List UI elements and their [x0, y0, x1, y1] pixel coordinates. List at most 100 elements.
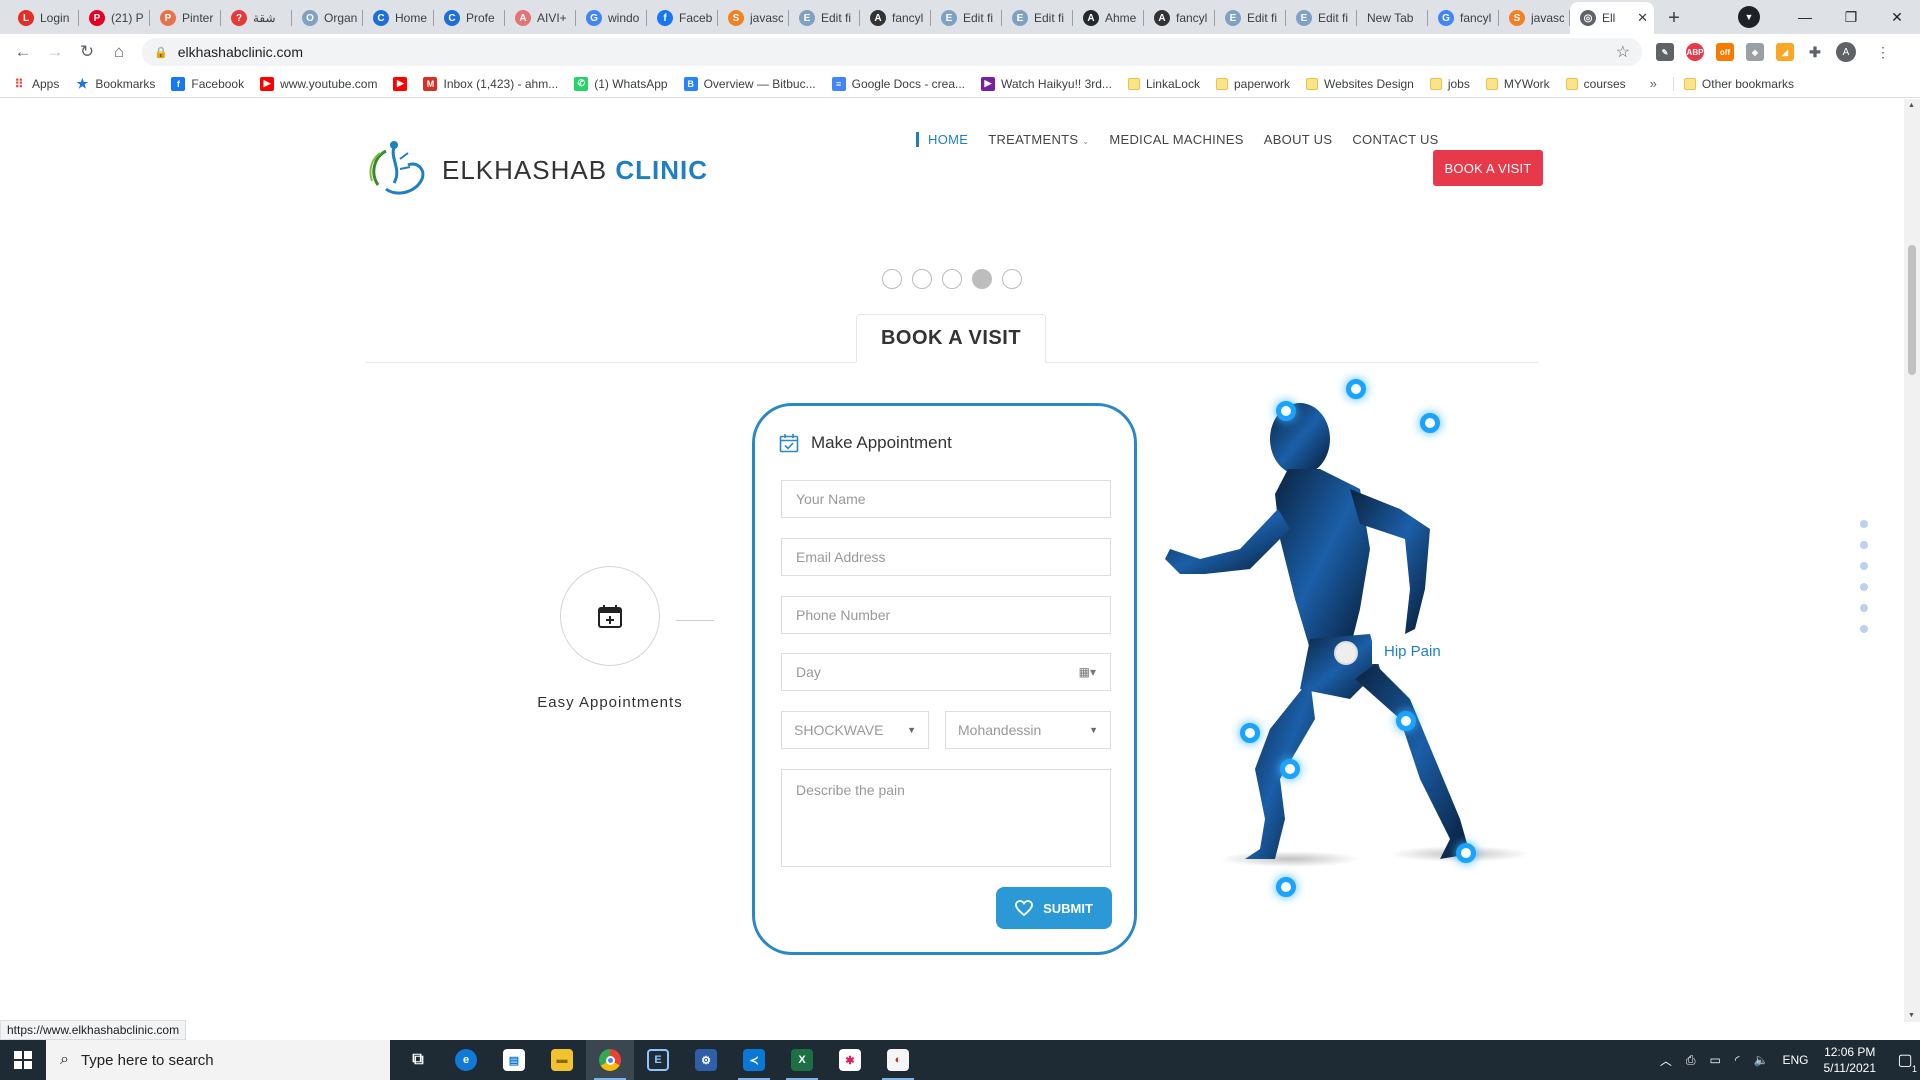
slider-dot-3[interactable] — [942, 269, 962, 289]
scroll-up-icon[interactable]: ▲ — [1908, 102, 1915, 109]
browser-tab[interactable]: f Faceb — [647, 2, 718, 34]
browser-tab[interactable]: L Login — [8, 2, 79, 34]
bookmarks-overflow-button[interactable]: » — [1650, 76, 1657, 91]
submit-button[interactable]: SUBMIT — [996, 887, 1112, 929]
slider-dot-4[interactable] — [972, 269, 992, 289]
book-a-visit-button[interactable]: BOOK A VISIT — [1433, 150, 1543, 186]
adblock-extension-icon[interactable]: ABP — [1686, 43, 1704, 61]
bookmark-item[interactable]: paperwork — [1215, 77, 1290, 91]
page-scrollbar[interactable]: ▲ ▼ — [1904, 99, 1920, 1022]
bookmark-item[interactable]: LinkaLock — [1127, 77, 1200, 91]
day-picker[interactable]: Day ▦▾ — [781, 653, 1111, 691]
taskbar-search[interactable]: ⌕ Type here to search — [46, 1040, 390, 1080]
minimize-button[interactable]: — — [1782, 0, 1828, 34]
hotspot-knee-front[interactable] — [1396, 711, 1416, 731]
network-app-icon[interactable]: ⚙ — [682, 1040, 730, 1080]
other-bookmarks-folder[interactable]: Other bookmarks — [1672, 76, 1794, 91]
treatment-select[interactable]: SHOCKWAVE ▼ — [781, 711, 929, 749]
browser-tab[interactable]: P (21) P — [79, 2, 150, 34]
browser-tab[interactable]: C Profe — [434, 2, 505, 34]
volume-icon[interactable]: 🔈 — [1754, 1053, 1769, 1067]
side-nav-dot[interactable] — [1860, 541, 1868, 549]
shield-extension-icon[interactable]: ◈ — [1746, 43, 1764, 61]
browser-tab[interactable]: O Organ — [292, 2, 363, 34]
browser-tab[interactable]: P Pinter — [150, 2, 221, 34]
start-button[interactable] — [0, 1040, 46, 1080]
url-text[interactable]: elkhashabclinic.com — [178, 44, 1616, 60]
color-extension-icon[interactable]: ◢ — [1776, 43, 1794, 61]
side-nav-dot[interactable] — [1860, 562, 1868, 570]
hotspot-shoulder-front[interactable] — [1346, 379, 1366, 399]
bookmark-item[interactable]: ✆ (1) WhatsApp — [574, 76, 668, 91]
browser-tab[interactable]: Gfancyl — [1428, 2, 1499, 34]
hotspot-ankle-front[interactable] — [1456, 843, 1476, 863]
browser-tab[interactable]: E Edit fi — [1002, 2, 1073, 34]
slider-dot-5[interactable] — [1002, 269, 1022, 289]
hotspot-hip[interactable] — [1334, 641, 1358, 665]
bookmark-item[interactable]: ⠿ Apps — [12, 77, 60, 91]
browser-tab[interactable]: E Edit fi — [1286, 2, 1357, 34]
side-nav-dot[interactable] — [1860, 604, 1868, 612]
bookmark-item[interactable]: Websites Design — [1306, 77, 1414, 91]
bookmark-item[interactable]: B Overview — Bitbuc... — [683, 76, 816, 91]
hotspot-thigh[interactable] — [1240, 723, 1260, 743]
file-explorer-icon[interactable]: ▬ — [538, 1040, 586, 1080]
scrollbar-thumb[interactable] — [1908, 245, 1916, 375]
bookmark-item[interactable]: courses — [1565, 77, 1626, 91]
wifi-icon[interactable]: ◜ — [1735, 1053, 1740, 1067]
hotspot-ankle-back[interactable] — [1276, 877, 1296, 897]
home-icon[interactable]: ⌂ — [104, 37, 134, 67]
forward-arrow-icon[interactable]: → — [40, 37, 70, 67]
browser-tab[interactable]: Afancyl — [1144, 2, 1215, 34]
store-app-icon[interactable]: ▤ — [490, 1040, 538, 1080]
back-arrow-icon[interactable]: ← — [8, 37, 38, 67]
tab-search-icon[interactable]: ▼ — [1738, 6, 1760, 28]
puzzle-extensions-icon[interactable]: ✚ — [1806, 43, 1824, 61]
hotspot-elbow[interactable] — [1420, 413, 1440, 433]
describe-pain-textarea[interactable] — [781, 769, 1111, 867]
close-window-button[interactable]: ✕ — [1874, 0, 1920, 34]
nav-treatments[interactable]: TREATMENTS ⌄ — [988, 132, 1089, 147]
browser-tab[interactable]: Gwindo — [576, 2, 647, 34]
bookmark-item[interactable]: f Facebook — [171, 76, 244, 91]
side-nav-dot[interactable] — [1860, 625, 1868, 633]
bookmark-star-icon[interactable]: ☆ — [1616, 42, 1630, 62]
browser-tab[interactable]: A Ahme — [1073, 2, 1144, 34]
browser-tab[interactable]: ? شقة — [221, 2, 292, 34]
email-input[interactable] — [781, 538, 1111, 576]
bookmark-item[interactable]: ▶ — [393, 76, 408, 91]
browser-tab[interactable]: E Edit fi — [1215, 2, 1286, 34]
editor-app-icon[interactable]: E — [634, 1040, 682, 1080]
browser-tab[interactable]: C Home — [363, 2, 434, 34]
phone-input[interactable] — [781, 596, 1111, 634]
browser-tab-active[interactable]: ◎ Ell ✕ — [1570, 2, 1654, 34]
side-nav-dot[interactable] — [1860, 520, 1868, 528]
bookmark-item[interactable]: MYWork — [1485, 77, 1550, 91]
scroll-down-icon[interactable]: ▼ — [1908, 1012, 1915, 1019]
notifications-button[interactable]: ▢ 1 — [1890, 1040, 1920, 1080]
browser-tab[interactable]: Sjavasc — [718, 2, 789, 34]
off-extension-icon[interactable]: off — [1716, 43, 1734, 61]
nav-medical-machines[interactable]: MEDICAL MACHINES — [1109, 132, 1243, 147]
bookmark-item[interactable]: ▶ www.youtube.com — [260, 76, 377, 91]
restore-button[interactable]: ❐ — [1828, 0, 1874, 34]
nav-home[interactable]: HOME — [916, 132, 968, 147]
lock-icon[interactable]: 🔒 — [154, 46, 168, 59]
edge-app-icon[interactable]: e — [442, 1040, 490, 1080]
profile-avatar[interactable]: A — [1836, 42, 1856, 62]
clock[interactable]: 12:06 PM 5/11/2021 — [1824, 1044, 1877, 1076]
vscode-app-icon[interactable]: ≺ — [730, 1040, 778, 1080]
new-tab-button[interactable]: + — [1660, 4, 1688, 32]
name-input[interactable] — [781, 480, 1111, 518]
nav-about-us[interactable]: ABOUT US — [1264, 132, 1333, 147]
browser-tab[interactable]: E Edit fi — [931, 2, 1002, 34]
meet-icon[interactable]: ⎙ — [1686, 1053, 1696, 1068]
bookmark-item[interactable]: jobs — [1429, 77, 1470, 91]
browser-tab[interactable]: A AIVI+ — [505, 2, 576, 34]
calendar-dropdown-icon[interactable]: ▦▾ — [1079, 665, 1096, 679]
slack-app-icon[interactable]: ✱ — [826, 1040, 874, 1080]
menu-kebab-icon[interactable]: ⋮ — [1868, 37, 1898, 67]
browser-tab[interactable]: E Edit fi — [789, 2, 860, 34]
branch-select[interactable]: Mohandessin ▼ — [945, 711, 1111, 749]
hotspot-shoulder-back[interactable] — [1276, 401, 1296, 421]
